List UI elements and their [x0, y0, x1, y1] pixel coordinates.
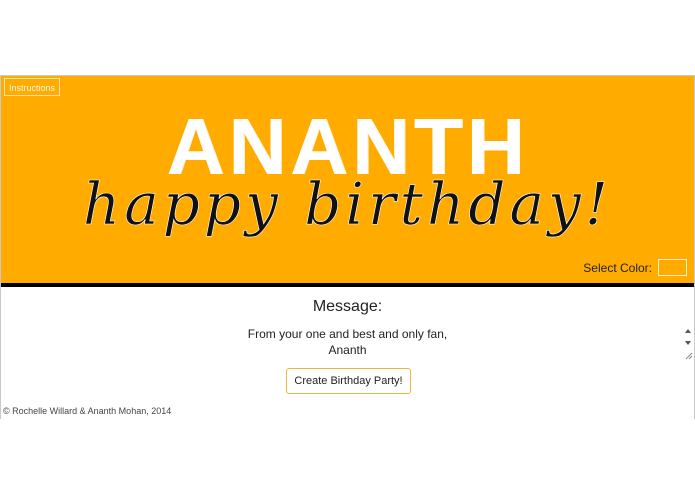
happy-birthday-greeting: happy birthday! — [82, 170, 613, 239]
copyright-footer: © Rochelle Willard & Ananth Mohan, 2014 — [3, 406, 172, 416]
birthday-banner: Instructions ANANTH happy birthday! Sele… — [1, 76, 694, 283]
color-picker-swatch[interactable] — [658, 259, 687, 276]
scroll-up-arrow-icon[interactable] — [685, 329, 691, 333]
message-label: Message: — [312, 298, 383, 315]
select-color-label: Select Color: — [583, 261, 652, 275]
message-textarea[interactable]: From your one and best and only fan, Ana… — [1, 326, 694, 361]
birthday-card-frame: Instructions ANANTH happy birthday! Sele… — [0, 75, 695, 419]
instructions-button[interactable]: Instructions — [4, 78, 61, 96]
scroll-down-arrow-icon[interactable] — [685, 341, 691, 345]
create-birthday-party-button[interactable]: Create Birthday Party! — [286, 368, 411, 394]
banner-divider — [1, 283, 694, 287]
resize-handle-icon[interactable] — [684, 351, 693, 360]
